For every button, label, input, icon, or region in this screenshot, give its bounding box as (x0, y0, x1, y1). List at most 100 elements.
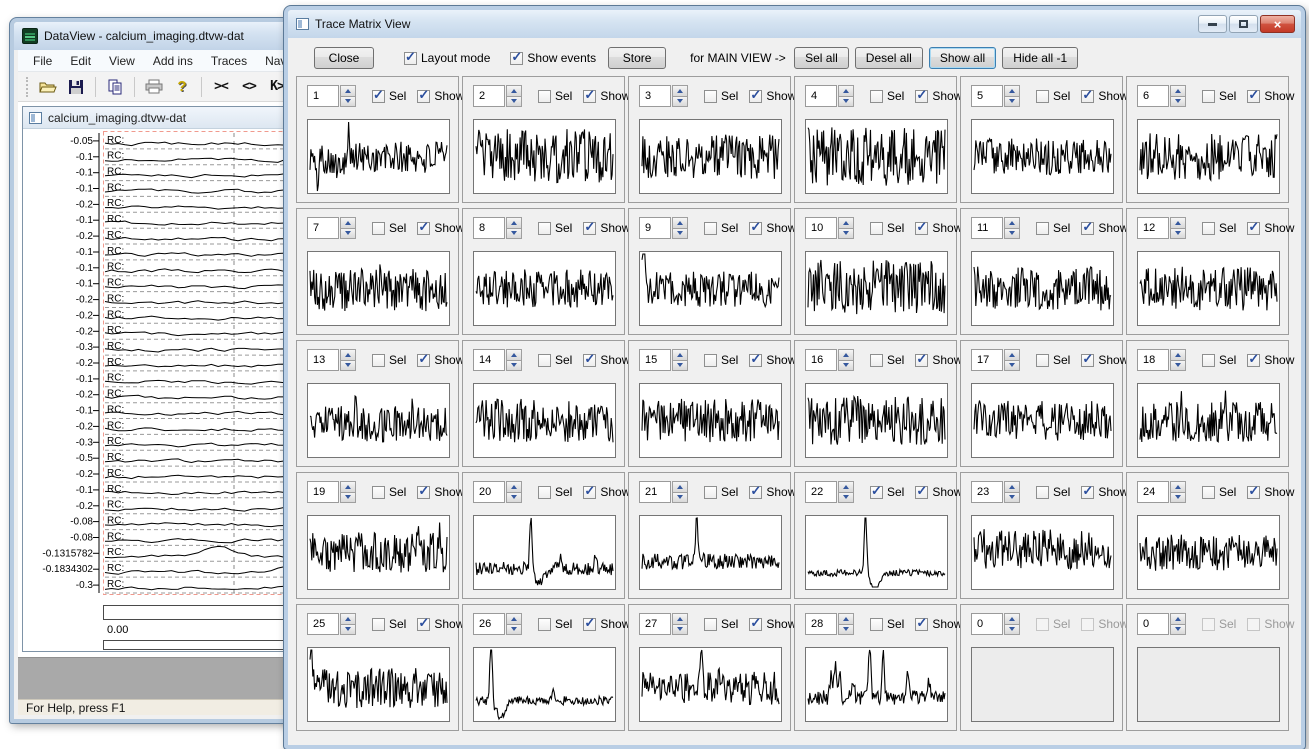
store-button[interactable]: Store (608, 47, 666, 69)
trace-number-spinner[interactable]: 7 (307, 217, 356, 239)
trace-number-input[interactable]: 19 (307, 481, 339, 503)
sel-checkbox[interactable]: Sel (704, 485, 738, 499)
spinner-down-button[interactable] (340, 360, 356, 372)
trace-number-input[interactable]: 27 (639, 613, 671, 635)
hide-all-button[interactable]: Hide all -1 (1002, 47, 1078, 69)
spinner-down-button[interactable] (1004, 624, 1020, 636)
spinner-up-button[interactable] (672, 481, 688, 492)
trace-number-spinner[interactable]: 25 (307, 613, 356, 635)
trace-thumbnail-plot[interactable] (805, 515, 948, 590)
sel-checkbox[interactable]: Sel (372, 485, 406, 499)
spinner-down-button[interactable] (340, 96, 356, 108)
show-checkbox[interactable]: Show (1081, 353, 1128, 367)
show-checkbox[interactable]: Show (1247, 221, 1294, 235)
sel-checkbox[interactable]: Sel (1202, 353, 1236, 367)
show-checkbox[interactable]: Show (749, 485, 796, 499)
spinner-down-button[interactable] (506, 492, 522, 504)
trace-number-input[interactable]: 9 (639, 217, 671, 239)
trace-thumbnail-plot[interactable] (639, 383, 782, 458)
trace-number-input[interactable]: 20 (473, 481, 505, 503)
spinner-down-button[interactable] (838, 492, 854, 504)
trace-thumbnail-plot[interactable] (971, 647, 1114, 722)
trace-number-spinner[interactable]: 5 (971, 85, 1020, 107)
show-all-button[interactable]: Show all (929, 47, 996, 69)
spinner-down-button[interactable] (838, 360, 854, 372)
show-checkbox[interactable]: Show (749, 221, 796, 235)
show-checkbox[interactable]: Show (583, 617, 630, 631)
trace-number-input[interactable]: 17 (971, 349, 1003, 371)
trace-number-input[interactable]: 10 (805, 217, 837, 239)
spinner-down-button[interactable] (506, 360, 522, 372)
trace-thumbnail-plot[interactable] (971, 119, 1114, 194)
spinner-down-button[interactable] (1170, 360, 1186, 372)
sel-checkbox[interactable]: Sel (538, 89, 572, 103)
spinner-down-button[interactable] (672, 624, 688, 636)
trace-number-input[interactable]: 18 (1137, 349, 1169, 371)
trace-thumbnail-plot[interactable] (805, 119, 948, 194)
show-checkbox[interactable]: Show (1247, 485, 1294, 499)
sel-checkbox[interactable]: Sel (870, 221, 904, 235)
sel-checkbox[interactable]: Sel (1202, 485, 1236, 499)
spinner-up-button[interactable] (838, 613, 854, 624)
trace-thumbnail-plot[interactable] (473, 119, 616, 194)
sel-checkbox[interactable]: Sel (372, 617, 406, 631)
trace-thumbnail-plot[interactable] (805, 251, 948, 326)
trace-thumbnail-plot[interactable] (473, 383, 616, 458)
sel-checkbox[interactable]: Sel (1036, 485, 1070, 499)
trace-number-input[interactable]: 16 (805, 349, 837, 371)
trace-number-input[interactable]: 6 (1137, 85, 1169, 107)
sel-checkbox[interactable]: Sel (870, 485, 904, 499)
sel-checkbox[interactable]: Sel (1036, 89, 1070, 103)
spinner-up-button[interactable] (340, 481, 356, 492)
show-checkbox[interactable]: Show (915, 89, 962, 103)
copy-icon[interactable] (102, 75, 128, 99)
minimize-button[interactable] (1198, 15, 1227, 33)
trace-thumbnail-plot[interactable] (639, 119, 782, 194)
trace-number-spinner[interactable]: 11 (971, 217, 1020, 239)
show-checkbox[interactable]: Show (749, 353, 796, 367)
spinner-down-button[interactable] (1170, 96, 1186, 108)
show-checkbox[interactable]: Show (1081, 221, 1128, 235)
show-checkbox[interactable]: Show (1081, 617, 1128, 631)
nav-out-icon[interactable]: <> (236, 75, 262, 99)
trace-number-input[interactable]: 26 (473, 613, 505, 635)
trace-number-spinner[interactable]: 2 (473, 85, 522, 107)
spinner-up-button[interactable] (506, 217, 522, 228)
show-checkbox[interactable]: Show (749, 617, 796, 631)
spinner-down-button[interactable] (1004, 228, 1020, 240)
spinner-down-button[interactable] (340, 228, 356, 240)
spinner-down-button[interactable] (1170, 492, 1186, 504)
trace-number-spinner[interactable]: 16 (805, 349, 854, 371)
sel-checkbox[interactable]: Sel (704, 221, 738, 235)
show-checkbox[interactable]: Show (1081, 485, 1128, 499)
sel-checkbox[interactable]: Sel (870, 353, 904, 367)
trace-number-input[interactable]: 1 (307, 85, 339, 107)
sel-checkbox[interactable]: Sel (870, 617, 904, 631)
sel-checkbox[interactable]: Sel (538, 353, 572, 367)
trace-number-spinner[interactable]: 18 (1137, 349, 1186, 371)
trace-number-input[interactable]: 4 (805, 85, 837, 107)
trace-thumbnail-plot[interactable] (1137, 515, 1280, 590)
sel-checkbox[interactable]: Sel (1036, 617, 1070, 631)
sel-checkbox[interactable]: Sel (1202, 617, 1236, 631)
sel-checkbox[interactable]: Sel (1036, 353, 1070, 367)
spinner-up-button[interactable] (1004, 481, 1020, 492)
trace-thumbnail-plot[interactable] (639, 251, 782, 326)
trace-number-input[interactable]: 3 (639, 85, 671, 107)
spinner-down-button[interactable] (838, 96, 854, 108)
trace-number-spinner[interactable]: 21 (639, 481, 688, 503)
spinner-down-button[interactable] (1170, 228, 1186, 240)
show-checkbox[interactable]: Show (749, 89, 796, 103)
sel-checkbox[interactable]: Sel (1202, 89, 1236, 103)
help-icon[interactable]: ? (169, 75, 195, 99)
spinner-down-button[interactable] (1004, 360, 1020, 372)
trace-thumbnail-plot[interactable] (307, 383, 450, 458)
close-window-button[interactable]: × (1260, 15, 1295, 33)
trace-number-input[interactable]: 12 (1137, 217, 1169, 239)
sel-checkbox[interactable]: Sel (372, 353, 406, 367)
trace-number-spinner[interactable]: 28 (805, 613, 854, 635)
spinner-up-button[interactable] (1004, 613, 1020, 624)
spinner-up-button[interactable] (340, 613, 356, 624)
spinner-down-button[interactable] (506, 228, 522, 240)
show-checkbox[interactable]: Show (417, 221, 464, 235)
